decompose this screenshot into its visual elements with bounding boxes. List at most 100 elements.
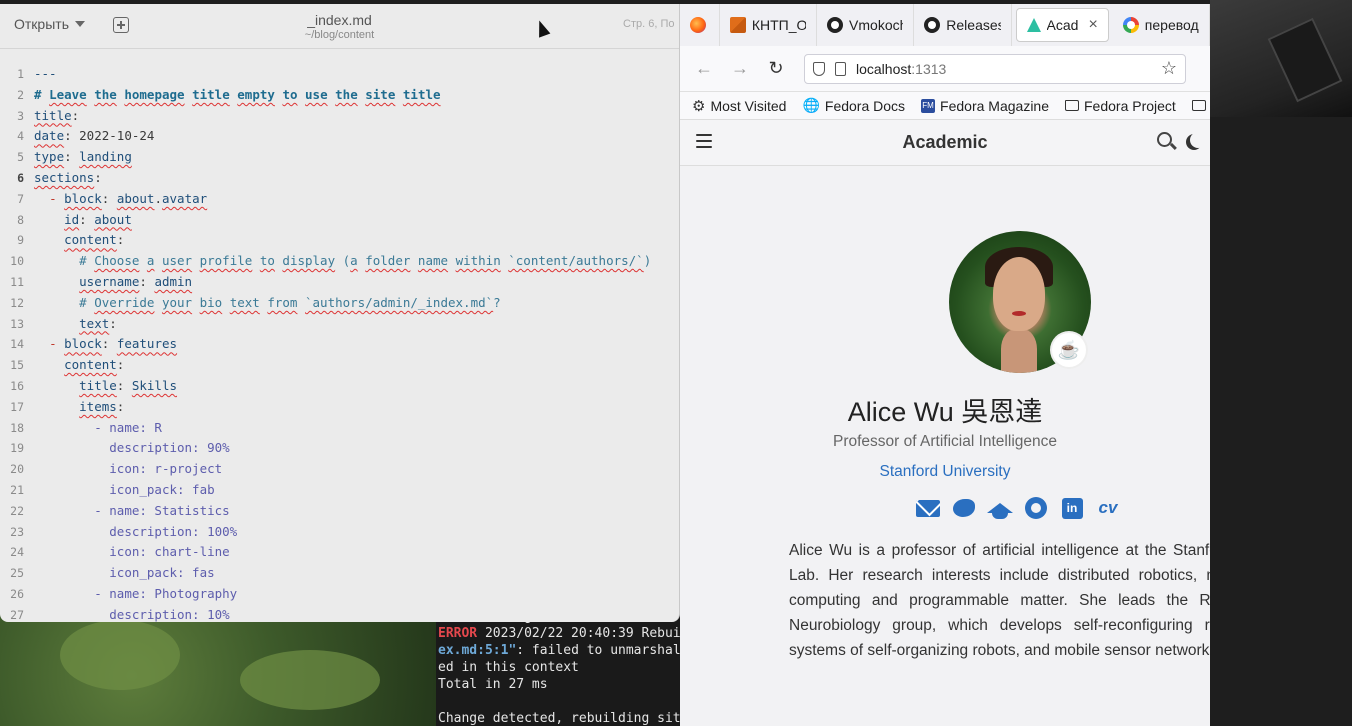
browser-tab[interactable]: Vmokoch [817, 4, 915, 46]
code-line[interactable]: 5 type: landing [0, 147, 679, 168]
firefox-icon [690, 17, 706, 33]
code-line[interactable]: 16 title: Skills [0, 376, 679, 397]
github-icon [924, 17, 941, 33]
globe-icon: 🌐 [802, 97, 820, 113]
search-icon[interactable] [1157, 132, 1172, 147]
line-number: 5 [17, 150, 24, 165]
tab-label: переводч [1144, 17, 1199, 33]
site-title[interactable]: Academic [680, 132, 1210, 153]
url-port: :1313 [911, 60, 947, 77]
bookmark-star-icon[interactable]: ☆ [1161, 58, 1177, 79]
linkedin-link[interactable]: in [1060, 497, 1084, 519]
bookmark-label: Fedora Docs [824, 97, 906, 114]
browser-window[interactable]: КНТП_ОС Vmokoch Releases Academ × переводч ← … [680, 4, 1210, 726]
code-area[interactable]: 1 --- 2 # Leave the homepage title empty to… [0, 64, 679, 622]
line-text: type: landing [34, 149, 132, 165]
code-line[interactable]: 6 sections: [0, 168, 679, 189]
page-info-icon[interactable] [835, 61, 846, 76]
graduation-cap-icon [987, 503, 1013, 519]
line-text: title: [34, 107, 80, 123]
line-text: content: [64, 232, 125, 248]
line-number: 4 [17, 129, 24, 144]
bookmark-item[interactable]: 🌐 Fedora Docs [802, 97, 905, 114]
bookmark-item[interactable]: ⚙ Most Visited [692, 97, 786, 115]
terminal-line: ed in this context [438, 660, 579, 675]
line-text: username: admin [79, 273, 193, 289]
browser-tab[interactable]: КНТП_ОС [720, 4, 818, 46]
code-line[interactable]: 26 - name: Photography [0, 584, 679, 605]
folder-icon [1065, 100, 1079, 111]
browser-tab[interactable]: переводч [1113, 4, 1210, 46]
line-number: 8 [17, 212, 24, 227]
code-line[interactable]: 27 description: 10% [0, 605, 679, 622]
twitter-link[interactable] [952, 497, 976, 519]
code-line[interactable]: 22 - name: Statistics [0, 501, 679, 522]
line-number: 26 [10, 586, 24, 601]
fedora-magazine-icon: FM [921, 98, 936, 113]
code-line[interactable]: 9 content: [0, 230, 679, 251]
bookmark-label: Fedora Magazine [940, 97, 1049, 114]
code-line[interactable]: 15 content: [0, 355, 679, 376]
bookmarks-toolbar: ⚙ Most Visited 🌐 Fedora Docs FM Fedora Magazi… [680, 92, 1210, 120]
line-text: --- [34, 66, 57, 81]
cv-link[interactable]: cv [1096, 497, 1120, 519]
reload-button[interactable]: ↻ [760, 53, 792, 85]
bookmark-item[interactable]: FM Fedora Magazine [921, 98, 1049, 114]
bookmark-item[interactable]: User [1191, 98, 1210, 114]
line-number: 11 [10, 274, 24, 289]
scholar-link[interactable] [987, 497, 1013, 519]
text-editor-window[interactable]: Открыть _index.md ~/blog/content Стр. 6,… [0, 4, 680, 622]
editor-headerbar: Открыть _index.md ~/blog/content Стр. 6,… [0, 4, 679, 49]
url-bar[interactable]: localhost:1313 ☆ [804, 53, 1186, 84]
tab-label: Academ [1046, 17, 1079, 33]
code-line[interactable]: 23 description: 100% [0, 522, 679, 543]
email-link[interactable] [916, 497, 940, 519]
code-line[interactable]: 11 username: admin [0, 272, 679, 293]
file-path: ~/blog/content [304, 29, 375, 41]
browser-tab[interactable]: Releases [914, 4, 1012, 46]
code-line[interactable]: 12 # Override your bio text from `author… [0, 293, 679, 314]
line-text: - name: Statistics [94, 502, 230, 518]
browser-tab[interactable]: Academ × [1015, 8, 1109, 42]
back-button[interactable]: ← [688, 53, 720, 85]
google-icon [1122, 17, 1139, 33]
code-line[interactable]: 14 - block: features [0, 334, 679, 355]
tab-label: Releases [946, 17, 1001, 33]
line-text: title: Skills [79, 377, 178, 393]
code-line[interactable]: 24 icon: chart-line [0, 542, 679, 563]
url-host: localhost [856, 60, 912, 77]
github-link[interactable] [1024, 497, 1048, 519]
gear-icon: ⚙ [692, 97, 706, 115]
code-line[interactable]: 4 date: 2022-10-24 [0, 126, 679, 147]
line-text: description: 100% [109, 523, 238, 539]
shield-icon[interactable] [813, 61, 825, 76]
code-line[interactable]: 8 id: about [0, 210, 679, 231]
forward-button[interactable]: → [724, 53, 756, 85]
line-number: 16 [10, 378, 24, 393]
line-number: 21 [10, 482, 24, 497]
organization-link[interactable]: Stanford University [680, 463, 1210, 481]
cursor-position[interactable]: Стр. 6, По [623, 18, 679, 30]
line-number: 1 [17, 67, 24, 81]
browser-tab[interactable] [680, 4, 720, 46]
code-line[interactable]: 17 items: [0, 397, 679, 418]
dark-mode-moon-icon[interactable] [1190, 132, 1206, 148]
bookmark-item[interactable]: Fedora Project [1065, 98, 1176, 114]
code-line[interactable]: 7 - block: about.avatar [0, 189, 679, 210]
close-tab-icon[interactable]: × [1088, 16, 1097, 34]
code-line[interactable]: 10 # Choose a user profile to display (a… [0, 251, 679, 272]
profile-section: ☕ Alice Wu 吳恩達 Professor of Artificial I… [680, 166, 1210, 726]
line-text: description: 10% [109, 606, 230, 622]
code-line[interactable]: 1 --- [0, 64, 679, 85]
code-line[interactable]: 2 # Leave the homepage title empty to use… [0, 85, 679, 106]
code-line[interactable]: 20 icon: r-project [0, 459, 679, 480]
code-line[interactable]: 25 icon_pack: fas [0, 563, 679, 584]
code-line[interactable]: 21 icon_pack: fab [0, 480, 679, 501]
line-text: - name: R [94, 419, 162, 435]
code-line[interactable]: 19 description: 90% [0, 438, 679, 459]
code-line[interactable]: 13 text: [0, 314, 679, 335]
line-number: 20 [10, 462, 24, 477]
code-line[interactable]: 3 title: [0, 106, 679, 127]
code-line[interactable]: 18 - name: R [0, 418, 679, 439]
line-number: 13 [10, 316, 24, 331]
